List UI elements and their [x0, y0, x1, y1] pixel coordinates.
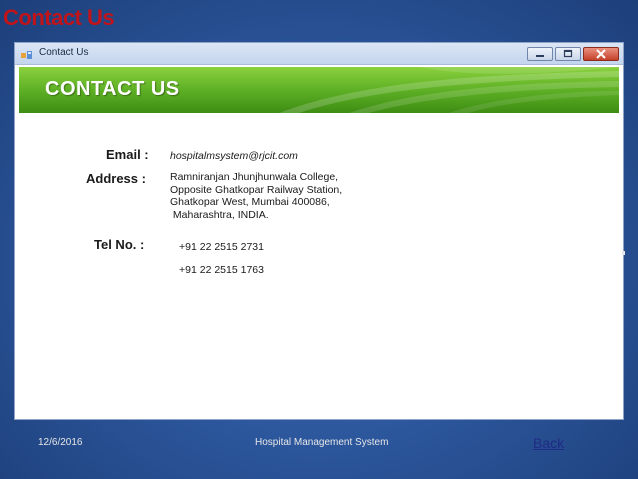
resize-handle-icon [622, 251, 625, 255]
minimize-button[interactable] [527, 47, 553, 61]
tel-number-1: +91 22 2515 2731 [179, 241, 264, 253]
email-label: Email : [106, 147, 149, 162]
close-button[interactable] [583, 47, 619, 61]
contact-us-window: Contact Us CONTACT US Email : hospitalms… [14, 42, 624, 420]
tel-label: Tel No. : [94, 237, 145, 252]
footer-date: 12/6/2016 [38, 437, 83, 448]
address-line: Ramniranjan Jhunjhunwala College, [170, 171, 339, 183]
slide-title: Contact Us [3, 5, 115, 30]
back-link[interactable]: Back [533, 435, 564, 451]
window-title: Contact Us [39, 47, 89, 58]
footer-title: Hospital Management System [255, 437, 389, 448]
maximize-button[interactable] [555, 47, 581, 61]
app-icon [21, 48, 33, 59]
maximize-icon [556, 48, 580, 60]
tel-number-2: +91 22 2515 1763 [179, 264, 264, 276]
close-icon [584, 48, 618, 60]
banner-title: CONTACT US [45, 78, 180, 100]
address-line: Opposite Ghatkopar Railway Station, [170, 183, 343, 196]
window-titlebar[interactable]: Contact Us [15, 43, 623, 65]
address-label: Address : [86, 171, 146, 186]
address-line: Maharashtra, INDIA. [170, 208, 269, 221]
minimize-icon [528, 48, 552, 60]
email-value: hospitalmsystem@rjcit.com [170, 150, 298, 162]
address-line: Ghatkopar West, Mumbai 400086, [170, 196, 330, 208]
address-value: Ramniranjan Jhunjhunwala College, Opposi… [170, 171, 342, 221]
contact-banner: CONTACT US [19, 67, 619, 113]
